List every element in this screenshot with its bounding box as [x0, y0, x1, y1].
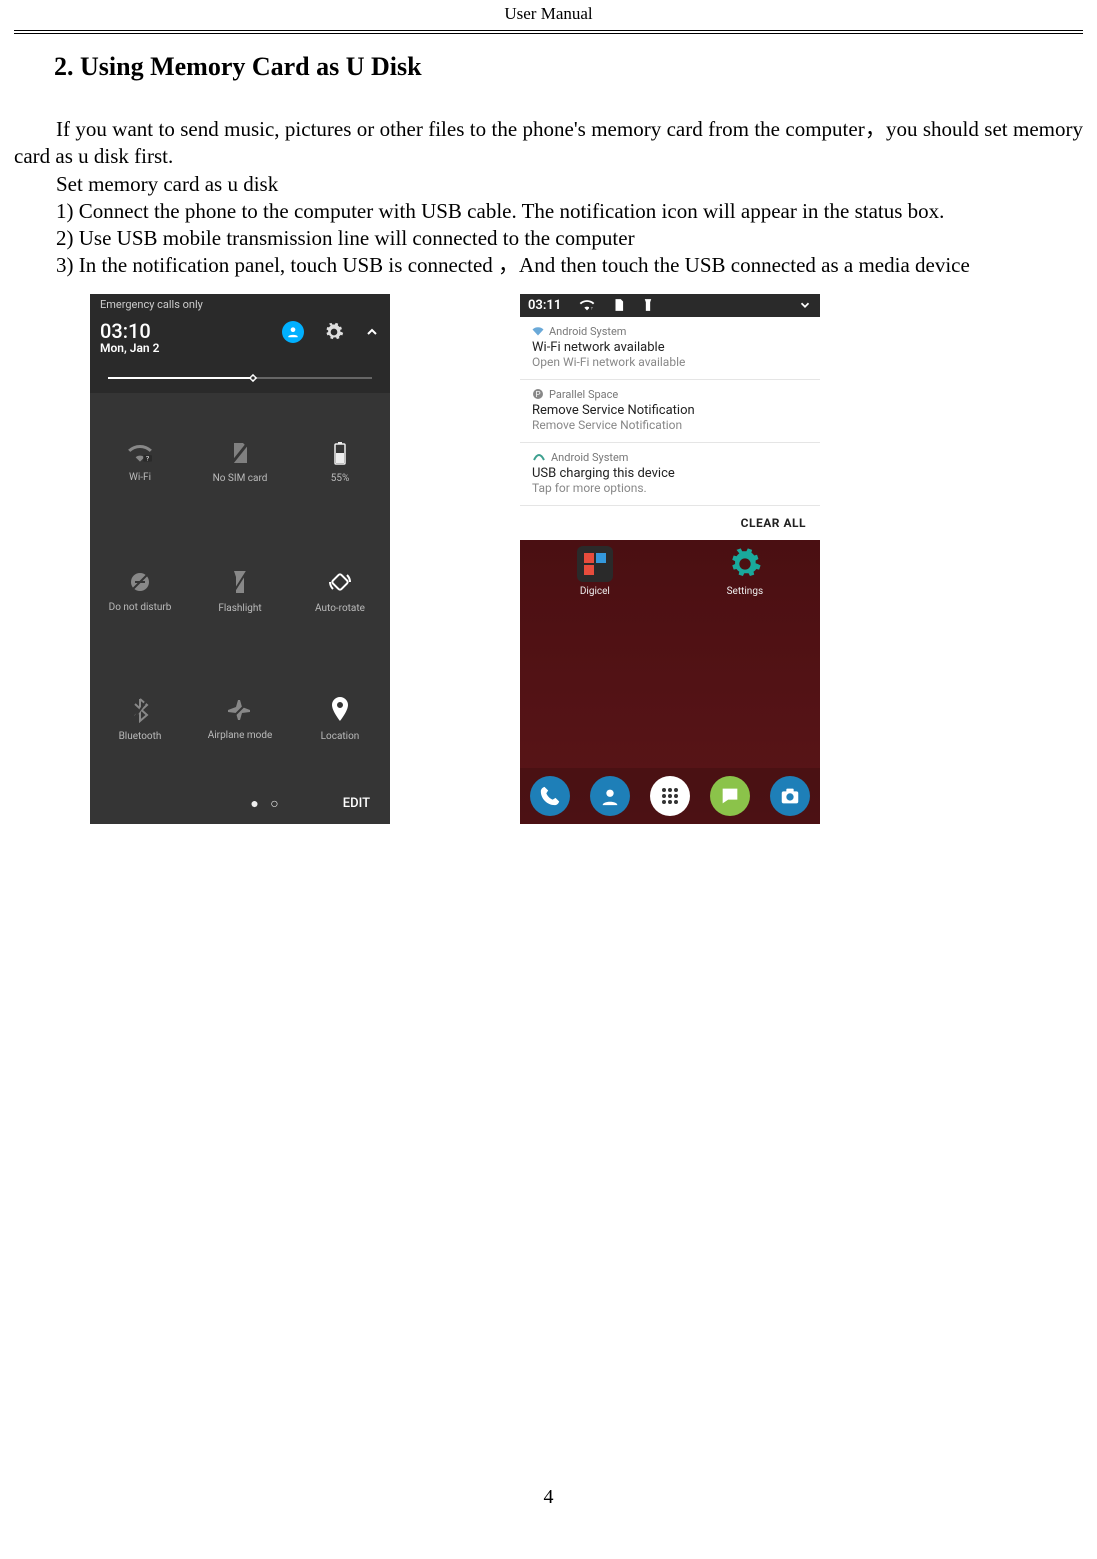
- header-rule-2: [14, 33, 1083, 34]
- screenshot-notifications: 03:11 ? Android: [520, 294, 820, 824]
- tile-autorotate[interactable]: Auto-rotate: [290, 527, 390, 655]
- tile-label: Wi-Fi: [129, 472, 151, 483]
- notif-title: Wi-Fi network available: [532, 340, 808, 355]
- contacts-icon[interactable]: [590, 776, 630, 816]
- camera-icon[interactable]: [770, 776, 810, 816]
- svg-text:?: ?: [591, 306, 593, 311]
- dnd-icon: [128, 570, 152, 594]
- brightness-slider[interactable]: [90, 371, 390, 393]
- dock: [520, 768, 820, 824]
- notif-sub: Open Wi-Fi network available: [532, 355, 808, 369]
- notif-source: Parallel Space: [549, 388, 618, 401]
- tile-bluetooth[interactable]: Bluetooth: [90, 655, 190, 783]
- android-icon: [532, 452, 546, 462]
- tile-location[interactable]: Location: [290, 655, 390, 783]
- edit-button[interactable]: EDIT: [343, 796, 370, 811]
- tile-wifi[interactable]: ? Wi-Fi: [90, 399, 190, 527]
- apps-icon[interactable]: [650, 776, 690, 816]
- paragraph-set: Set memory card as u disk: [14, 171, 1083, 198]
- tile-label: Flashlight: [218, 603, 261, 614]
- notif-title: Remove Service Notification: [532, 403, 808, 418]
- tile-label: Auto-rotate: [315, 603, 365, 614]
- tile-flashlight[interactable]: Flashlight: [190, 527, 290, 655]
- notification-parallel[interactable]: P Parallel Space Remove Service Notifica…: [520, 380, 820, 443]
- header-rule-1: [14, 30, 1083, 31]
- flashlight-status-icon: [643, 298, 653, 312]
- user-avatar-icon[interactable]: [282, 321, 304, 343]
- tile-label: No SIM card: [213, 473, 268, 484]
- svg-text:P: P: [535, 390, 540, 399]
- gear-icon[interactable]: [324, 322, 344, 342]
- notif-source: Android System: [549, 325, 626, 338]
- wifi-small-icon: [532, 326, 544, 336]
- notif-source: Android System: [551, 451, 628, 464]
- status-clock: 03:11: [528, 298, 561, 313]
- page-indicator: ● ○: [250, 795, 282, 812]
- notif-sub: Tap for more options.: [532, 481, 808, 495]
- paragraph-intro: If you want to send music, pictures or o…: [14, 116, 1083, 171]
- status-bar-text: Emergency calls only: [90, 294, 390, 315]
- tile-label: Do not disturb: [109, 602, 172, 613]
- sim-status-icon: [613, 298, 625, 312]
- status-bar-2: 03:11 ?: [520, 294, 820, 317]
- screenshot-row: Emergency calls only 03:10 Mon, Jan 2: [14, 294, 1083, 824]
- section-heading: 2. Using Memory Card as U Disk: [54, 52, 1083, 82]
- no-sim-icon: [230, 441, 250, 465]
- tile-dnd[interactable]: Do not disturb: [90, 527, 190, 655]
- app-label: Settings: [727, 586, 764, 597]
- tile-label: Location: [321, 731, 360, 742]
- app-label: Digicel: [580, 586, 610, 597]
- app-settings[interactable]: Settings: [727, 546, 764, 597]
- clear-all-button[interactable]: CLEAR ALL: [520, 506, 820, 540]
- screenshot-quicksettings: Emergency calls only 03:10 Mon, Jan 2: [90, 294, 390, 824]
- wifi-status-icon: ?: [579, 298, 595, 312]
- tile-airplane[interactable]: Airplane mode: [190, 655, 290, 783]
- chevron-up-icon[interactable]: [364, 324, 380, 340]
- chevron-down-icon[interactable]: [798, 298, 812, 312]
- doc-header-title: User Manual: [0, 0, 1097, 30]
- paragraph-step1: 1) Connect the phone to the computer wit…: [14, 198, 1083, 225]
- qs-date: Mon, Jan 2: [100, 341, 159, 355]
- notif-title: USB charging this device: [532, 466, 808, 481]
- tile-battery[interactable]: 55%: [290, 399, 390, 527]
- airplane-icon: [228, 698, 252, 722]
- bluetooth-icon: [131, 697, 149, 723]
- svg-text:?: ?: [146, 455, 149, 463]
- tile-label: Airplane mode: [208, 730, 273, 741]
- parallel-icon: P: [532, 388, 544, 400]
- notif-sub: Remove Service Notification: [532, 418, 808, 432]
- paragraph-step2: 2) Use USB mobile transmission line will…: [14, 225, 1083, 252]
- page-number: 4: [0, 1486, 1097, 1509]
- notification-wifi[interactable]: Android System Wi-Fi network available O…: [520, 317, 820, 380]
- location-icon: [330, 697, 350, 723]
- wifi-icon: ?: [127, 442, 153, 464]
- qs-clock: 03:10: [100, 321, 159, 341]
- home-background: Digicel Settings: [520, 540, 820, 824]
- tile-sim[interactable]: No SIM card: [190, 399, 290, 527]
- brightness-thumb-icon[interactable]: [243, 368, 263, 388]
- notification-usb[interactable]: Android System USB charging this device …: [520, 443, 820, 506]
- tile-label: 55%: [331, 473, 350, 484]
- messages-icon[interactable]: [710, 776, 750, 816]
- qs-header: 03:10 Mon, Jan 2: [90, 315, 390, 371]
- phone-icon[interactable]: [530, 776, 570, 816]
- paragraph-step3: 3) In the notification panel, touch USB …: [14, 252, 1083, 279]
- battery-icon: [333, 441, 347, 465]
- body-text-block: If you want to send music, pictures or o…: [14, 116, 1083, 280]
- app-digicel[interactable]: Digicel: [577, 546, 613, 597]
- flashlight-icon: [232, 569, 248, 595]
- tile-label: Bluetooth: [119, 731, 162, 742]
- autorotate-icon: [327, 569, 353, 595]
